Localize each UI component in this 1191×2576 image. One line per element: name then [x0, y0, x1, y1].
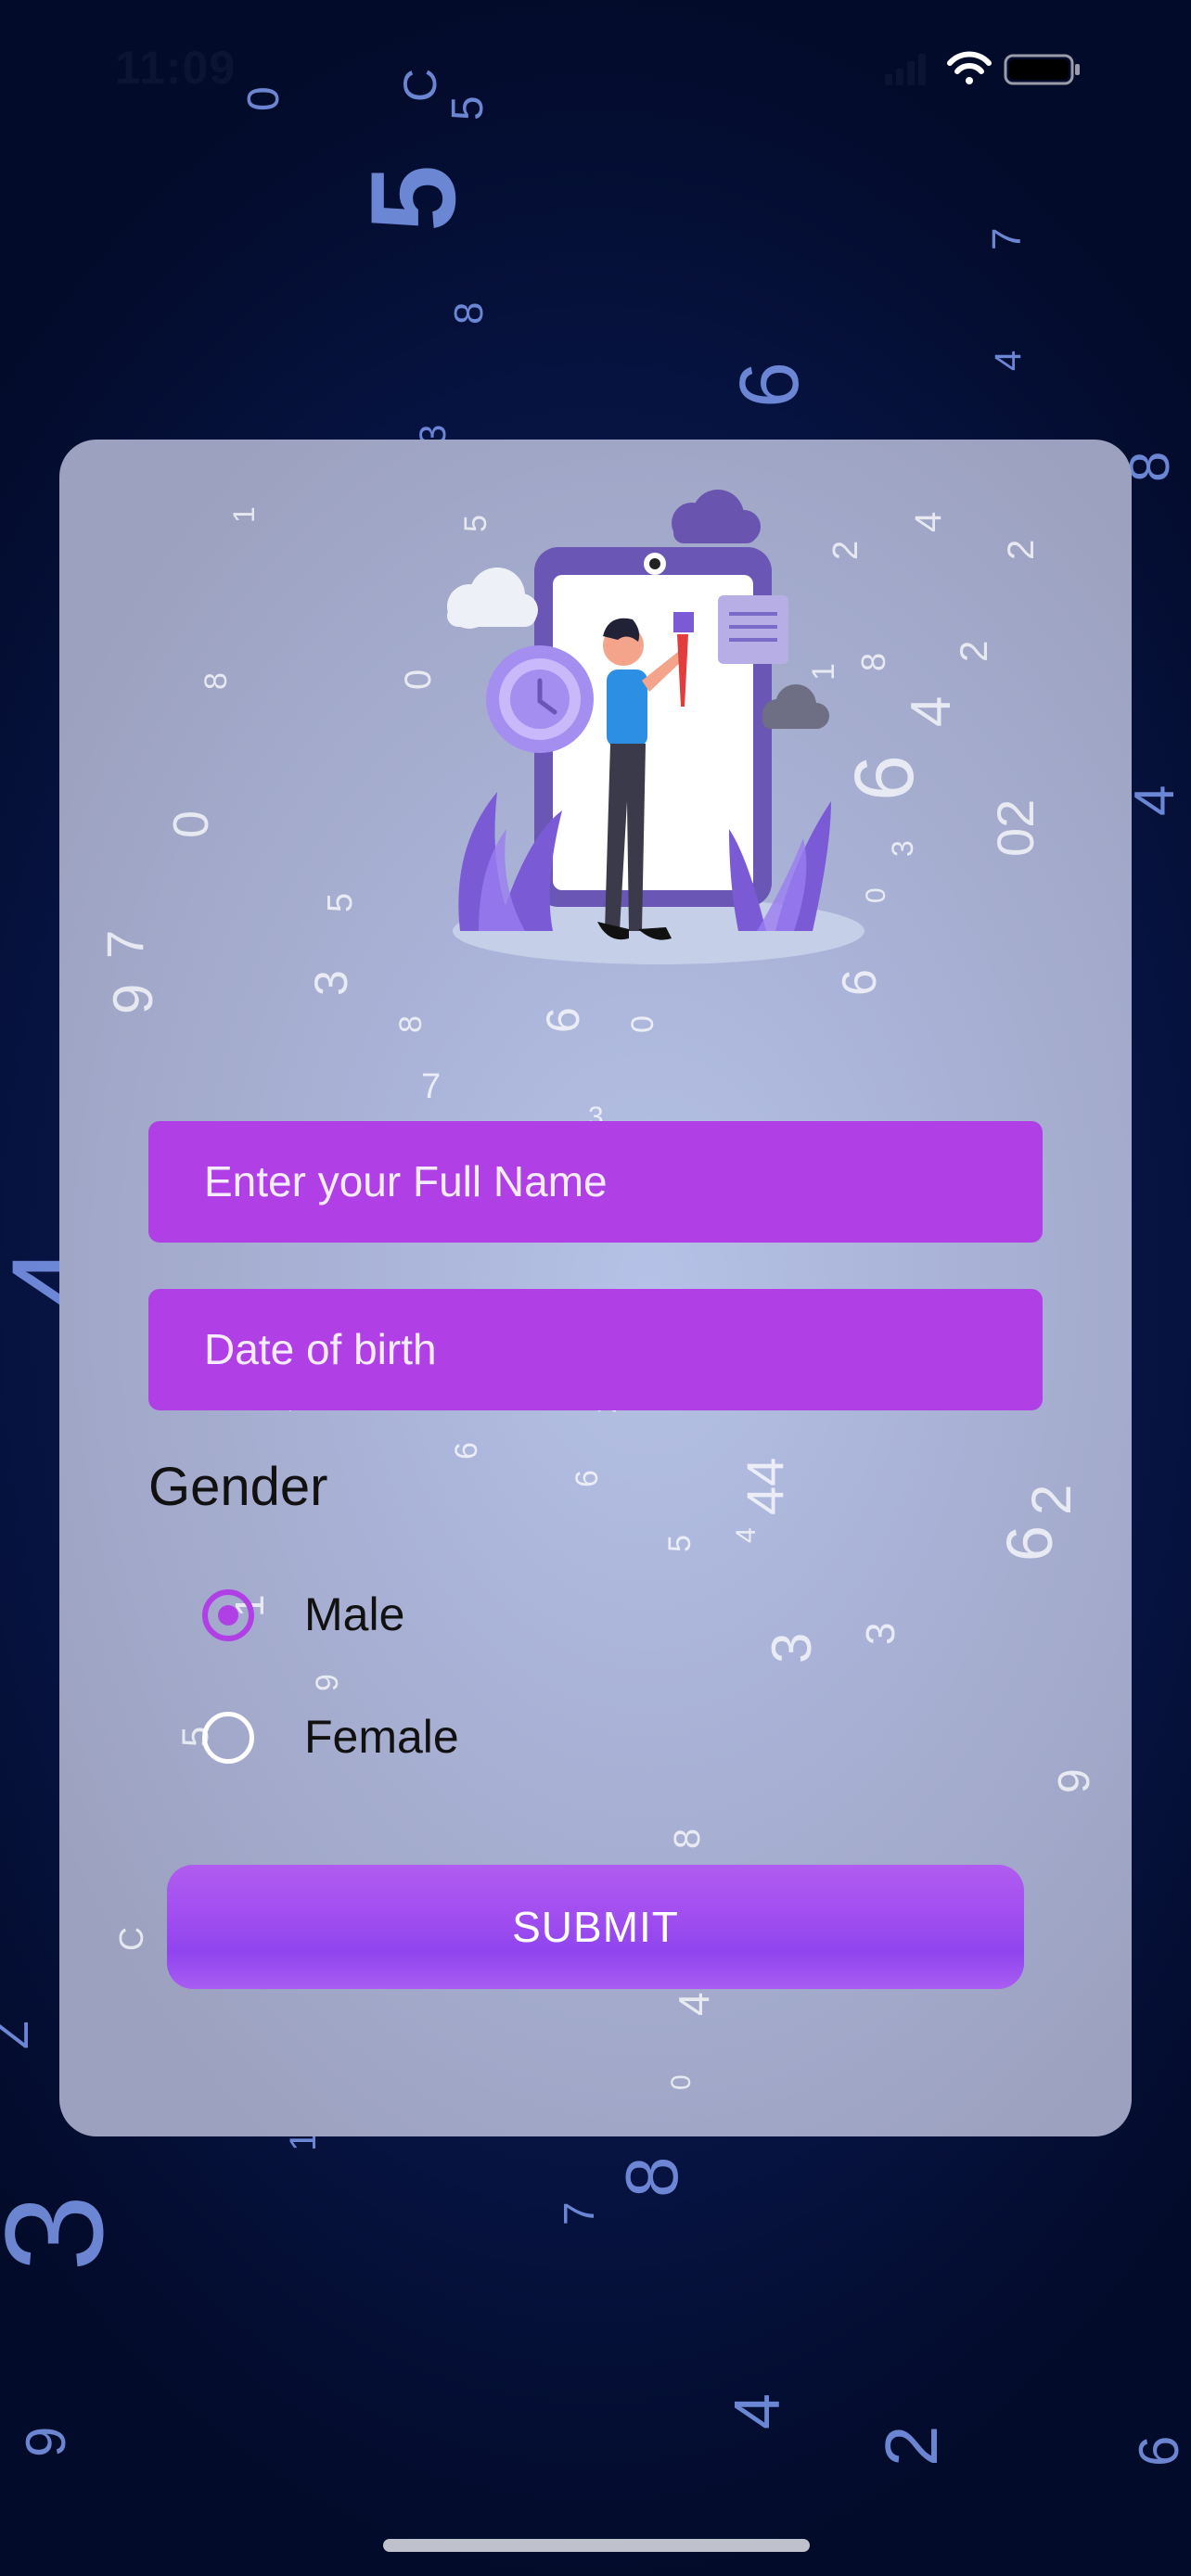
- svg-text:9: 9: [15, 2427, 77, 2457]
- svg-text:4: 4: [1123, 785, 1185, 816]
- full-name-input[interactable]: Enter your Full Name: [148, 1121, 1043, 1243]
- svg-text:3: 3: [0, 2195, 132, 2272]
- svg-text:2: 2: [1001, 540, 1042, 560]
- svg-text:Z: Z: [0, 2021, 38, 2049]
- status-icons: [885, 51, 1080, 85]
- svg-text:5: 5: [345, 165, 480, 232]
- svg-text:2: 2: [1020, 1485, 1082, 1515]
- registration-card: 1 8 0 9 7 3 5 8 7 6 0 3 2 4 2 8 1 4 2 6 …: [59, 440, 1132, 2136]
- svg-text:6: 6: [537, 1007, 589, 1033]
- svg-text:8: 8: [393, 1015, 429, 1033]
- gender-option-label: Male: [304, 1588, 405, 1640]
- svg-text:4: 4: [900, 696, 962, 727]
- radio-unselected-icon[interactable]: [202, 1712, 254, 1764]
- svg-text:0: 0: [666, 2074, 697, 2090]
- date-of-birth-input[interactable]: Date of birth: [148, 1289, 1043, 1410]
- svg-text:0: 0: [625, 1015, 660, 1033]
- gender-option-label: Female: [304, 1711, 459, 1763]
- svg-text:6: 6: [449, 1442, 484, 1460]
- svg-text:4: 4: [988, 351, 1029, 371]
- wifi-icon: [947, 51, 992, 84]
- svg-text:4: 4: [908, 512, 949, 532]
- svg-text:0: 0: [163, 810, 219, 838]
- svg-text:3: 3: [858, 1623, 903, 1645]
- svg-text:4: 4: [721, 2393, 793, 2429]
- svg-text:4: 4: [731, 1527, 762, 1543]
- svg-text:9: 9: [1050, 1768, 1099, 1793]
- svg-text:9: 9: [310, 1674, 345, 1691]
- svg-text:8: 8: [667, 1829, 708, 1849]
- svg-text:6: 6: [724, 362, 816, 408]
- svg-text:8: 8: [446, 302, 492, 325]
- svg-text:02: 02: [986, 799, 1044, 857]
- svg-text:7: 7: [555, 2201, 603, 2225]
- svg-text:6: 6: [833, 969, 887, 996]
- svg-text:5: 5: [321, 893, 360, 912]
- svg-text:8: 8: [198, 672, 234, 690]
- status-bar: 11:09: [0, 0, 1191, 130]
- radio-selected-icon[interactable]: [202, 1589, 254, 1641]
- gender-label: Gender: [148, 1457, 328, 1517]
- signal-icon: [885, 54, 926, 85]
- hero-illustration: [447, 490, 864, 964]
- svg-text:9: 9: [102, 984, 164, 1014]
- svg-text:1: 1: [227, 506, 261, 523]
- svg-text:6: 6: [1128, 2436, 1190, 2467]
- svg-text:5: 5: [662, 1535, 698, 1552]
- svg-text:6: 6: [570, 1470, 605, 1487]
- svg-text:2: 2: [870, 2426, 953, 2468]
- svg-text:7: 7: [96, 930, 154, 959]
- svg-text:2: 2: [952, 641, 995, 662]
- svg-text:7: 7: [984, 228, 1030, 250]
- submit-button[interactable]: SUBMIT: [167, 1865, 1024, 1989]
- svg-text:7: 7: [421, 1067, 441, 1106]
- svg-text:6: 6: [993, 1525, 1066, 1562]
- svg-text:4: 4: [670, 1992, 718, 2016]
- svg-text:3: 3: [305, 970, 357, 996]
- svg-text:3: 3: [886, 840, 919, 857]
- svg-text:C: C: [112, 1927, 150, 1951]
- home-indicator[interactable]: [383, 2539, 810, 2552]
- svg-text:8: 8: [610, 2157, 693, 2199]
- battery-icon: [1004, 54, 1080, 85]
- svg-text:44: 44: [736, 1458, 794, 1515]
- status-time: 11:09: [115, 42, 237, 94]
- svg-text:3: 3: [761, 1633, 823, 1664]
